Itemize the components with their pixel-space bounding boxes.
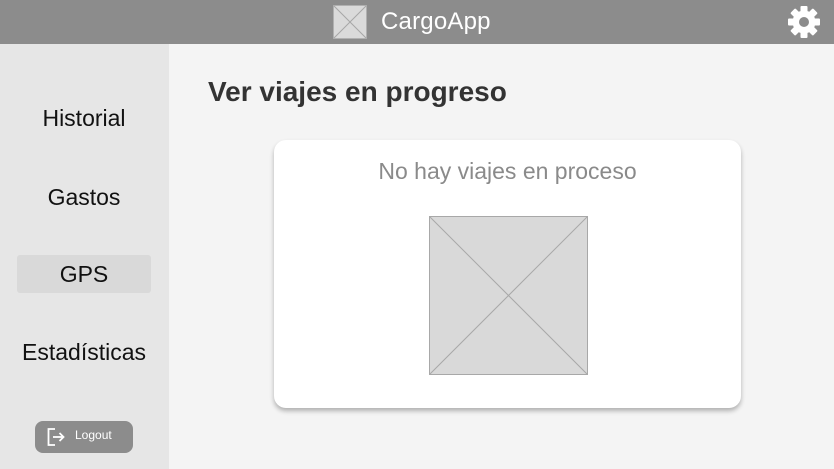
logout-icon <box>47 428 65 446</box>
sidebar-item-historial[interactable]: Historial <box>17 99 151 137</box>
sidebar-item-estadisticas[interactable]: Estadísticas <box>17 333 151 371</box>
empty-state-message: No hay viajes en proceso <box>378 158 637 184</box>
logout-button[interactable]: Logout <box>35 421 133 453</box>
page-title: Ver viajes en progreso <box>208 76 507 107</box>
sidebar-item-gps[interactable]: GPS <box>17 255 151 293</box>
image-placeholder-icon <box>333 5 367 39</box>
app-name: CargoApp <box>381 8 491 35</box>
gear-icon <box>788 6 820 38</box>
logout-label: Logout <box>75 428 112 442</box>
brand: CargoApp <box>333 4 491 40</box>
settings-button[interactable] <box>786 4 822 40</box>
sidebar-item-gastos[interactable]: Gastos <box>17 178 151 216</box>
sidebar: Historial Gastos GPS Estadísticas Logout <box>0 44 169 469</box>
image-placeholder-icon <box>429 216 588 375</box>
trips-card: No hay viajes en proceso <box>274 140 741 408</box>
top-bar: CargoApp <box>0 0 834 44</box>
